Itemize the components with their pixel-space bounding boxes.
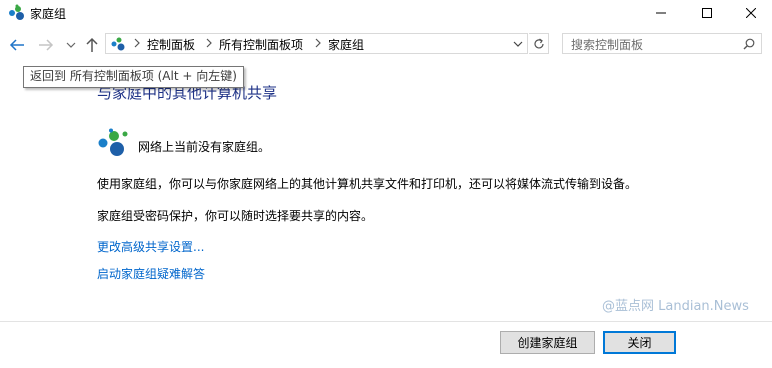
- refresh-icon: [533, 38, 544, 48]
- close-window-button[interactable]: [728, 0, 772, 26]
- breadcrumb-homegroup[interactable]: 家庭组: [328, 36, 364, 53]
- chevron-down-icon: [66, 42, 76, 48]
- chevron-right-icon: [134, 38, 140, 48]
- back-arrow-icon: [9, 39, 24, 51]
- create-homegroup-button[interactable]: 创建家庭组: [500, 331, 595, 354]
- breadcrumb-all-items[interactable]: 所有控制面板项: [219, 36, 303, 53]
- status-message: 网络上当前没有家庭组。: [138, 140, 271, 154]
- watermark: @蓝点网 Landian.News: [602, 299, 749, 314]
- back-button[interactable]: [8, 36, 26, 54]
- divider: [0, 321, 772, 322]
- close-icon: [746, 8, 756, 18]
- address-bar[interactable]: 控制面板 所有控制面板项 家庭组: [105, 33, 528, 54]
- chevron-right-icon: [315, 38, 321, 48]
- advanced-sharing-link[interactable]: 更改高级共享设置...: [97, 238, 204, 255]
- search-icon[interactable]: [743, 38, 755, 50]
- description-paragraph: 使用家庭组，你可以与你家庭网络上的其他计算机共享文件和打印机，还可以将媒体流式传…: [97, 177, 638, 191]
- password-paragraph: 家庭组受密码保护，你可以随时选择要共享的内容。: [97, 209, 374, 223]
- troubleshoot-link[interactable]: 启动家庭组疑难解答: [97, 265, 205, 282]
- search-input[interactable]: 搜索控制面板: [571, 36, 643, 53]
- recent-locations-button[interactable]: [62, 36, 80, 54]
- control-panel-icon: [111, 37, 125, 51]
- homegroup-icon: [9, 4, 24, 20]
- title-bar: 家庭组: [0, 0, 772, 28]
- chevron-right-icon: [206, 38, 212, 48]
- homegroup-icon: [98, 128, 128, 156]
- back-tooltip: 返回到 所有控制面板项 (Alt + 向左键): [23, 66, 244, 88]
- minimize-icon: [656, 12, 666, 14]
- forward-button[interactable]: [37, 36, 55, 54]
- search-box[interactable]: 搜索控制面板: [562, 33, 762, 54]
- up-arrow-icon: [86, 37, 98, 52]
- chevron-down-icon[interactable]: [513, 39, 523, 49]
- breadcrumb-control-panel[interactable]: 控制面板: [147, 36, 195, 53]
- window-title: 家庭组: [30, 7, 67, 21]
- maximize-icon: [702, 8, 712, 18]
- up-button[interactable]: [83, 36, 101, 54]
- forward-arrow-icon: [39, 39, 54, 51]
- maximize-button[interactable]: [684, 0, 730, 26]
- minimize-button[interactable]: [638, 0, 684, 26]
- close-button[interactable]: 关闭: [603, 331, 676, 354]
- refresh-button[interactable]: [529, 33, 549, 54]
